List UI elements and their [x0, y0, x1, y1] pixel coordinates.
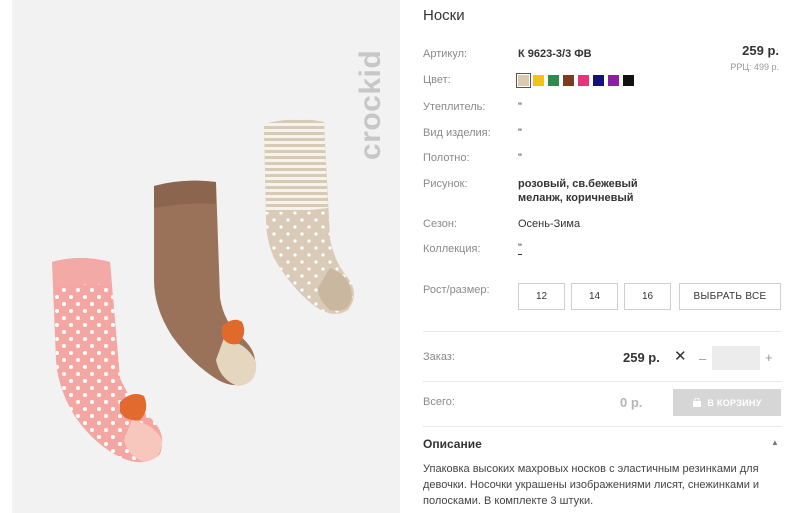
collection-value: "	[518, 242, 522, 255]
size-option-12[interactable]: 12	[518, 283, 565, 310]
rrc-price: РРЦ: 499 р.	[730, 62, 779, 72]
season-value: Осень-Зима	[518, 218, 581, 230]
size-option-16[interactable]: 16	[624, 283, 671, 310]
type-value: "	[518, 127, 522, 139]
total-label: Всего:	[423, 396, 455, 408]
fabric-label: Полотно:	[423, 152, 470, 164]
color-swatch-pink[interactable]	[578, 75, 589, 86]
pattern-value-line1: розовый, св.бежевый	[518, 178, 638, 190]
order-price: 259 р.	[623, 350, 660, 365]
divider	[423, 381, 781, 382]
type-label: Вид изделия:	[423, 127, 491, 139]
color-swatches	[516, 73, 634, 88]
product-image[interactable]: crockid	[12, 0, 400, 513]
svg-text:crockid: crockid	[354, 50, 387, 160]
color-swatch-green[interactable]	[548, 75, 559, 86]
beige-sock	[264, 119, 354, 314]
color-swatch-navy[interactable]	[593, 75, 604, 86]
increase-quantity-button[interactable]: +	[765, 350, 773, 365]
decrease-quantity-button[interactable]: –	[699, 351, 706, 366]
size-label: Рост/размер:	[423, 284, 490, 296]
article-label: Артикул:	[423, 48, 468, 60]
collection-label: Коллекция:	[423, 243, 481, 255]
collapse-icon[interactable]: ▲	[771, 438, 779, 447]
product-title: Носки	[423, 7, 465, 24]
times-icon: ✕	[674, 348, 687, 365]
description-text: Упаковка высоких махровых носков с эласт…	[423, 463, 760, 507]
color-swatch-yellow[interactable]	[533, 75, 544, 86]
color-swatch-brown[interactable]	[563, 75, 574, 86]
fabric-value: "	[518, 152, 522, 164]
description-title[interactable]: Описание	[423, 437, 482, 451]
bag-icon	[693, 398, 702, 407]
brand-logo: crockid	[354, 50, 387, 160]
order-label: Заказ:	[423, 351, 455, 363]
divider	[423, 331, 781, 332]
color-swatch-purple[interactable]	[608, 75, 619, 86]
pink-sock	[52, 258, 163, 463]
article-value: К 9623-3/3 ФВ	[518, 48, 592, 60]
brown-sock	[154, 180, 257, 386]
add-to-cart-button[interactable]: В КОРЗИНУ	[673, 389, 781, 416]
filler-value: "	[518, 101, 522, 113]
pattern-value-line2: меланж, коричневый	[518, 192, 634, 204]
color-swatch-black[interactable]	[623, 75, 634, 86]
divider	[423, 426, 781, 427]
socks-illustration	[52, 119, 354, 463]
color-label: Цвет:	[423, 74, 451, 86]
pattern-label: Рисунок:	[423, 178, 468, 190]
add-to-cart-label: В КОРЗИНУ	[707, 397, 762, 408]
size-option-14[interactable]: 14	[571, 283, 618, 310]
quantity-input[interactable]	[712, 346, 760, 370]
filler-label: Утеплитель:	[423, 101, 486, 113]
total-value: 0 р.	[620, 395, 643, 410]
color-swatch-beige[interactable]	[516, 73, 531, 88]
select-all-button[interactable]: ВЫБРАТЬ ВСЕ	[679, 283, 781, 310]
season-label: Сезон:	[423, 218, 457, 230]
product-price: 259 р.	[742, 43, 779, 58]
